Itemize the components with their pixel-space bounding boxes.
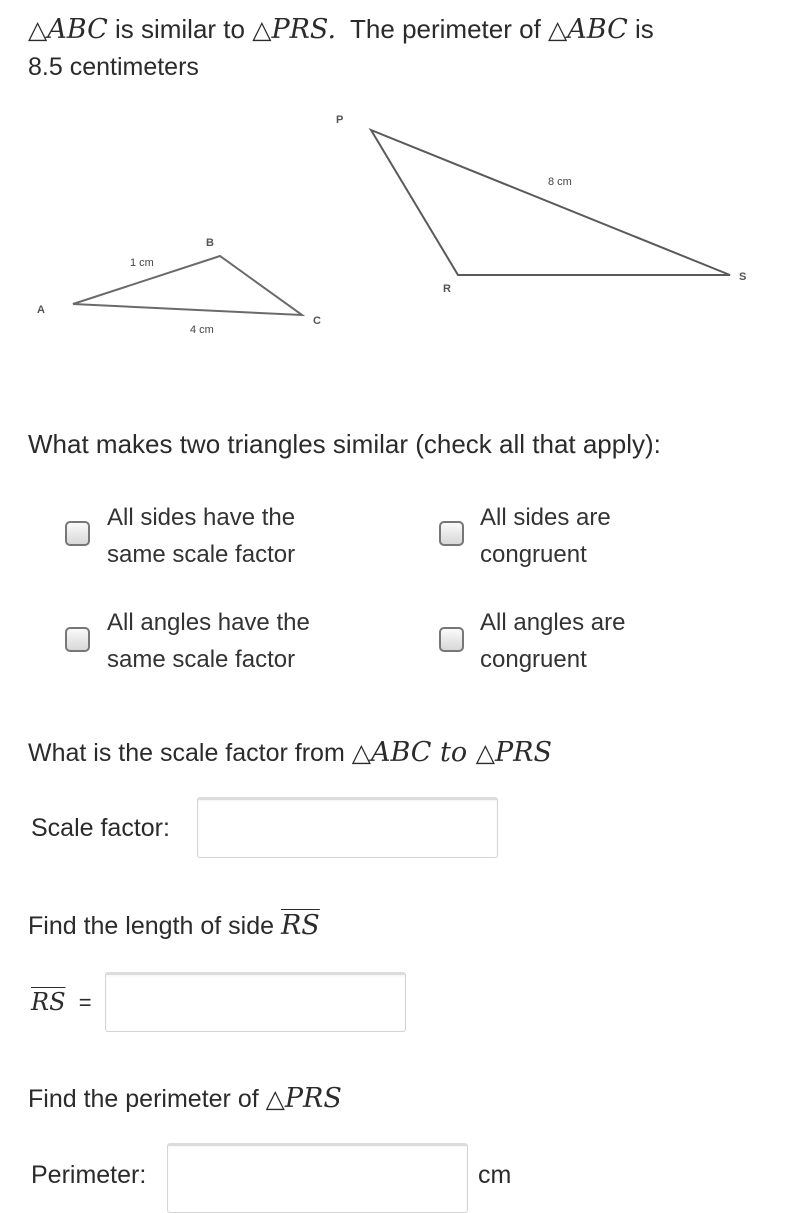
triangle-symbol: △: [475, 738, 495, 767]
rs-length-input[interactable]: [105, 972, 406, 1032]
to-text: to: [431, 737, 476, 768]
triangles-figure: A B C 1 cm 4 cm P R S 8 cm: [37, 114, 746, 336]
triangle-symbol: △: [265, 1084, 285, 1113]
problem-statement-line1: △ABC is similar to △PRS. The perimeter o…: [28, 10, 654, 49]
problem-statement-line2: 8.5 centimeters: [28, 53, 199, 81]
triangle-symbol: △: [351, 738, 371, 767]
scale-factor-label: Scale factor:: [31, 814, 170, 842]
option-label-line1: All sides have the: [107, 504, 296, 531]
triangle-prs-name: PRS: [284, 1083, 342, 1114]
triangle-symbol: △: [28, 15, 48, 44]
scale-factor-input[interactable]: [197, 797, 498, 858]
question4-prompt-text: Find the perimeter of: [28, 1085, 266, 1113]
perimeter-unit: cm: [478, 1161, 512, 1189]
triangle-symbol: △: [252, 15, 272, 44]
side-ab-label: 1 cm: [130, 257, 154, 269]
side-rs-name: RS: [31, 988, 66, 1016]
period: .: [327, 14, 337, 45]
question4-prompt: Find the perimeter of △PRS: [28, 1080, 342, 1118]
question3-prompt: Find the length of side RS: [28, 907, 320, 945]
option-label-line2: same scale factor: [107, 541, 296, 568]
intro-text: is: [627, 14, 654, 44]
checkbox-angles-scale-factor[interactable]: [65, 627, 90, 652]
question2-prompt: What is the scale factor from △ABC to △P…: [28, 734, 552, 772]
option-label-line2: congruent: [480, 646, 587, 673]
triangle-prs: P R S 8 cm: [336, 114, 746, 295]
triangle-prs-name: PRS: [271, 14, 328, 45]
side-ac-label: 4 cm: [190, 324, 214, 336]
equals-sign: =: [78, 990, 92, 1015]
side-rs-name: RS: [280, 910, 320, 941]
option-label-line2: same scale factor: [107, 646, 296, 673]
question2-prompt-text: What is the scale factor from: [28, 739, 352, 767]
intro-text: is similar to: [107, 14, 253, 44]
option-label-line1: All angles have the: [107, 609, 310, 636]
vertex-label-r: R: [443, 283, 451, 295]
triangle-abc-name: ABC: [47, 14, 108, 45]
vertex-label-s: S: [739, 271, 746, 283]
vertex-label-p: P: [336, 114, 343, 126]
vertex-label-c: C: [313, 315, 321, 327]
checkbox-angles-congruent[interactable]: [439, 627, 464, 652]
option-label-line1: All sides are: [480, 504, 611, 531]
vertex-label-b: B: [206, 237, 214, 249]
question3-prompt-text: Find the length of side: [28, 912, 281, 940]
triangle-abc: A B C 1 cm 4 cm: [37, 237, 321, 336]
triangle-abc-name: ABC: [567, 14, 628, 45]
question1-prompt: What makes two triangles similar (check …: [28, 429, 661, 459]
option-label-line1: All angles are: [480, 609, 626, 636]
triangle-prs-shape: [368, 127, 731, 276]
option-label-line2: congruent: [480, 541, 587, 568]
triangle-abc-name: ABC: [370, 737, 432, 768]
vertex-label-a: A: [37, 304, 45, 316]
triangle-abc-shape: [72, 254, 306, 317]
triangle-symbol: △: [548, 15, 568, 44]
perimeter-input[interactable]: [167, 1143, 468, 1213]
rs-label: RS =: [31, 982, 92, 1022]
checkbox-sides-congruent[interactable]: [439, 521, 464, 546]
intro-text: The perimeter of: [336, 14, 549, 44]
triangle-prs-name: PRS: [494, 737, 552, 768]
side-ps-label: 8 cm: [548, 176, 572, 188]
perimeter-label: Perimeter:: [31, 1161, 147, 1189]
checkbox-sides-scale-factor[interactable]: [65, 521, 90, 546]
